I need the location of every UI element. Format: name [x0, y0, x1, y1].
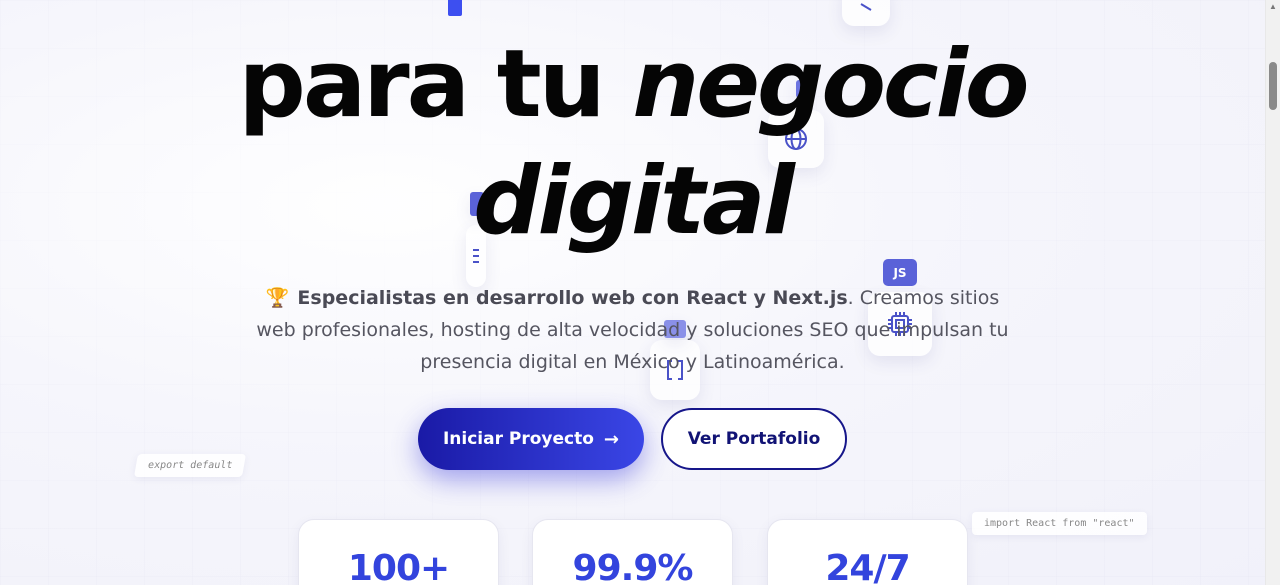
view-portfolio-button[interactable]: Ver Portafolio — [661, 408, 847, 470]
description-highlight: Especialistas en desarrollo web con Reac… — [297, 287, 848, 309]
trophy-icon: 🏆 — [265, 287, 290, 309]
code-chip-import: import React from "react" — [972, 512, 1147, 535]
stat-card-uptime: 99.9% — [532, 519, 733, 585]
stat-value: 99.9% — [572, 548, 694, 585]
stat-value: 24/7 — [825, 548, 910, 585]
start-project-button[interactable]: Iniciar Proyecto → — [418, 408, 644, 470]
floating-tile-top — [842, 0, 890, 26]
accent-bar — [448, 0, 462, 16]
code-chip-export: export default — [133, 454, 247, 477]
stat-value: 100+ — [347, 548, 450, 585]
arrow-right-icon: → — [603, 428, 620, 450]
hero-headline-line2: digital — [473, 147, 795, 256]
stat-card-projects: 100+ — [298, 519, 499, 585]
cursor-icon — [860, 3, 872, 11]
start-project-label: Iniciar Proyecto — [442, 429, 594, 449]
hero-description: 🏆 Especialistas en desarrollo web con Rea… — [250, 282, 1015, 378]
headline-emphasis: negocio — [632, 30, 1029, 139]
scrollbar-thumb[interactable] — [1269, 62, 1277, 110]
scroll-up-icon[interactable]: ▲ — [1269, 2, 1277, 11]
hero-headline-line1: para tu negocio — [0, 38, 1265, 132]
headline-prefix: para tu — [238, 30, 633, 139]
stat-card-support: 24/7 — [767, 519, 968, 585]
page-scrollbar[interactable]: ▲ — [1265, 0, 1280, 585]
